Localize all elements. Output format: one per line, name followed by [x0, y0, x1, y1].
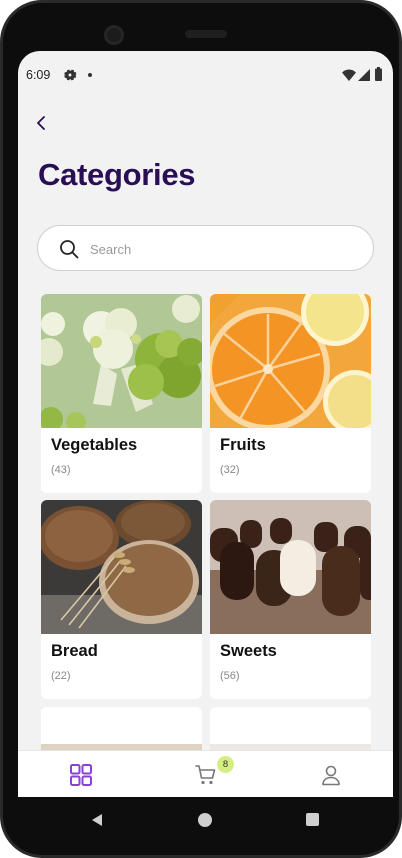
category-card-fruits[interactable]: Fruits (32) [210, 294, 371, 493]
notification-dot-icon [88, 73, 92, 77]
front-camera [104, 25, 124, 45]
category-card-sweets[interactable]: Sweets (56) [210, 500, 371, 699]
category-count: (56) [220, 670, 240, 682]
system-recents-icon[interactable] [306, 813, 319, 826]
system-back-icon[interactable] [90, 813, 104, 827]
category-count: (22) [51, 670, 71, 682]
search-input[interactable] [90, 238, 350, 260]
signal-icon [358, 69, 370, 81]
system-home-icon[interactable] [198, 813, 212, 827]
sweets-image [210, 500, 371, 634]
category-count: (32) [220, 464, 240, 476]
bread-image [41, 500, 202, 634]
category-name: Vegetables [51, 436, 138, 454]
phone-frame: 6:09 Categories Search Vegetables (43) F… [0, 0, 402, 858]
category-card-bread[interactable]: Bread (22) [41, 500, 202, 699]
earpiece-speaker [185, 30, 227, 38]
system-navigation-bar [18, 797, 393, 843]
search-icon [60, 240, 79, 259]
page-title: Categories [38, 157, 196, 192]
category-card-vegetables[interactable]: Vegetables (43) [41, 294, 202, 493]
profile-icon [322, 765, 340, 786]
nav-cart[interactable]: 8 [175, 751, 235, 797]
category-name: Sweets [220, 642, 277, 660]
app-screen: 6:09 Categories Search Vegetables (43) F… [18, 51, 393, 797]
status-time: 6:09 [26, 68, 51, 82]
category-name: Bread [51, 642, 98, 660]
grid-icon [70, 764, 92, 786]
gear-icon [64, 69, 77, 81]
vegetables-image [41, 294, 202, 428]
battery-icon [375, 67, 382, 81]
category-count: (43) [51, 464, 71, 476]
nav-profile[interactable] [300, 751, 360, 797]
status-bar: 6:09 [18, 51, 393, 93]
cart-badge: 8 [217, 756, 234, 773]
search-bar[interactable] [37, 225, 374, 271]
nav-categories[interactable] [50, 751, 110, 797]
wifi-icon [342, 69, 356, 81]
fruits-image [210, 294, 371, 428]
cart-icon [195, 765, 216, 785]
category-name: Fruits [220, 436, 266, 454]
chevron-left-icon[interactable] [33, 113, 49, 133]
bottom-navigation: 8 [18, 750, 393, 797]
